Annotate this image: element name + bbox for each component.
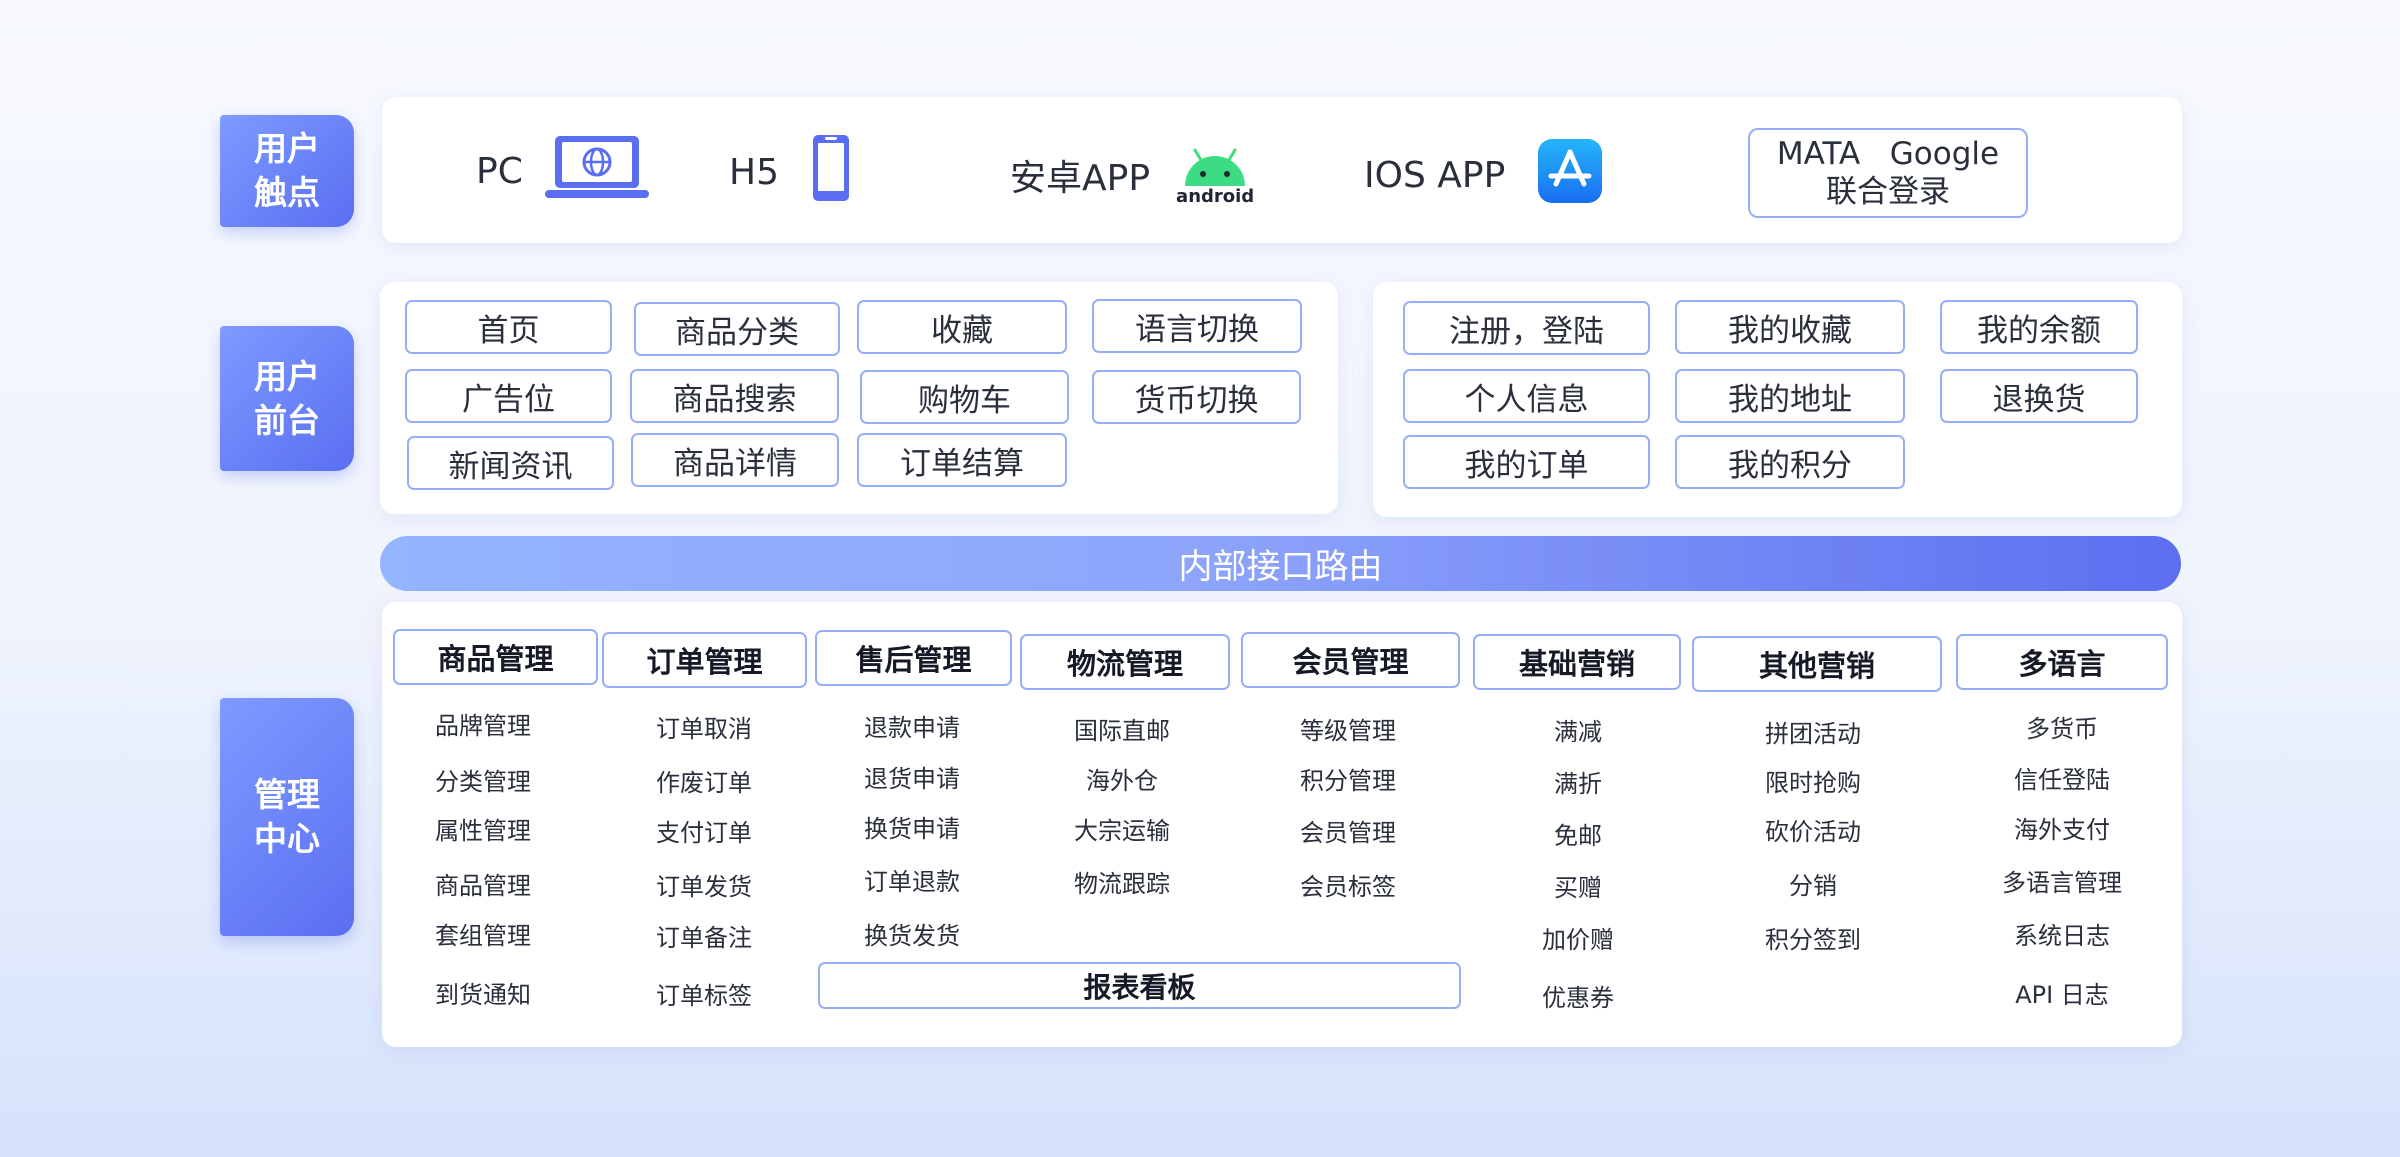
- module-product-header[interactable]: 商品管理: [393, 629, 598, 685]
- module-item[interactable]: 商品管理: [393, 866, 573, 901]
- side-tab-touchpoints: 用户触点: [220, 115, 354, 227]
- module-item[interactable]: 积分管理: [1258, 761, 1438, 796]
- android-logo-text: android: [1176, 186, 1255, 207]
- module-item[interactable]: 套组管理: [393, 916, 573, 951]
- module-after-sales-header[interactable]: 售后管理: [815, 630, 1012, 686]
- module-item[interactable]: 属性管理: [393, 811, 573, 846]
- front-register-login[interactable]: 注册，登陆: [1403, 301, 1650, 355]
- report-dashboard-box[interactable]: 报表看板: [818, 962, 1461, 1009]
- oauth-login-box[interactable]: MATA Google 联合登录: [1748, 128, 2028, 218]
- module-item[interactable]: 多货币: [1972, 709, 2152, 744]
- module-item[interactable]: 支付订单: [614, 813, 794, 848]
- module-item[interactable]: 海外仓: [1032, 761, 1212, 796]
- module-item[interactable]: 会员管理: [1258, 813, 1438, 848]
- touch-pc: PC: [476, 134, 649, 209]
- routing-bar-label: 内部接口路由: [1178, 547, 1383, 587]
- module-item[interactable]: 多语言管理: [1972, 863, 2152, 898]
- front-my-orders[interactable]: 我的订单: [1403, 435, 1650, 489]
- front-search[interactable]: 商品搜索: [630, 369, 839, 423]
- touch-ios-label: IOS APP: [1364, 154, 1506, 196]
- module-item[interactable]: 满减: [1488, 712, 1668, 747]
- module-item[interactable]: 限时抢购: [1723, 763, 1903, 798]
- module-item[interactable]: 订单取消: [614, 709, 794, 744]
- module-item[interactable]: 到货通知: [393, 975, 573, 1010]
- module-item[interactable]: 订单备注: [614, 918, 794, 953]
- module-item[interactable]: 换货发货: [822, 916, 1002, 951]
- report-dashboard-label: 报表看板: [1083, 970, 1196, 1004]
- module-item[interactable]: 国际直邮: [1032, 711, 1212, 746]
- module-item[interactable]: 分销: [1723, 866, 1903, 901]
- module-item[interactable]: 退款申请: [822, 708, 1002, 743]
- module-basic-marketing-header[interactable]: 基础营销: [1473, 634, 1681, 690]
- module-item[interactable]: 砍价活动: [1723, 812, 1903, 847]
- front-my-address[interactable]: 我的地址: [1675, 369, 1905, 423]
- mobile-phone-icon: [811, 133, 851, 212]
- module-item[interactable]: 订单标签: [614, 976, 794, 1011]
- front-ad-slot[interactable]: 广告位: [405, 369, 612, 423]
- front-currency-switch[interactable]: 货币切换: [1092, 370, 1301, 424]
- module-item[interactable]: 订单退款: [822, 862, 1002, 897]
- module-item[interactable]: 分类管理: [393, 762, 573, 797]
- module-item[interactable]: 退货申请: [822, 759, 1002, 794]
- module-item[interactable]: 积分签到: [1723, 920, 1903, 955]
- front-product-detail[interactable]: 商品详情: [631, 433, 839, 487]
- module-item[interactable]: 会员标签: [1258, 867, 1438, 902]
- internal-api-routing-bar: 内部接口路由: [380, 536, 2181, 591]
- module-item[interactable]: 买赠: [1488, 868, 1668, 903]
- module-item[interactable]: 加价赠: [1488, 920, 1668, 955]
- oauth-login-label: 联合登录: [1826, 174, 1950, 210]
- module-logistics-header[interactable]: 物流管理: [1020, 634, 1230, 690]
- module-item[interactable]: 品牌管理: [393, 706, 573, 741]
- front-cart[interactable]: 购物车: [860, 370, 1069, 424]
- touch-ios: IOS APP: [1364, 138, 1603, 212]
- module-order-header[interactable]: 订单管理: [602, 632, 807, 688]
- front-my-favorites[interactable]: 我的收藏: [1675, 300, 1905, 354]
- module-item[interactable]: 换货申请: [822, 809, 1002, 844]
- module-item[interactable]: 物流跟踪: [1032, 864, 1212, 899]
- front-profile[interactable]: 个人信息: [1403, 369, 1650, 423]
- touch-h5: H5: [729, 134, 851, 208]
- front-favorites[interactable]: 收藏: [857, 300, 1067, 354]
- module-item[interactable]: 优惠券: [1488, 978, 1668, 1013]
- front-checkout[interactable]: 订单结算: [857, 433, 1067, 487]
- touch-android-label: 安卓APP: [1010, 158, 1151, 199]
- front-my-points[interactable]: 我的积分: [1675, 435, 1905, 489]
- front-returns[interactable]: 退换货: [1940, 369, 2138, 423]
- module-item[interactable]: 信任登陆: [1972, 760, 2152, 795]
- touch-h5-label: H5: [729, 151, 779, 193]
- module-item[interactable]: 大宗运输: [1032, 811, 1212, 846]
- module-item[interactable]: 免邮: [1488, 816, 1668, 851]
- module-item[interactable]: 满折: [1488, 764, 1668, 799]
- module-item[interactable]: 订单发货: [614, 867, 794, 902]
- app-store-icon: [1537, 138, 1603, 212]
- front-news[interactable]: 新闻资讯: [407, 436, 614, 490]
- module-member-header[interactable]: 会员管理: [1241, 632, 1460, 688]
- architecture-diagram: 用户触点 用户前台 管理中心 PC H5 安卓APP android IOS A…: [0, 0, 2400, 1157]
- module-item[interactable]: API 日志: [1972, 975, 2152, 1010]
- module-item[interactable]: 海外支付: [1972, 810, 2152, 845]
- front-category[interactable]: 商品分类: [634, 302, 840, 356]
- oauth-providers-label: MATA Google: [1776, 136, 2000, 172]
- laptop-icon: [544, 134, 649, 209]
- module-other-marketing-header[interactable]: 其他营销: [1692, 636, 1942, 692]
- module-item[interactable]: 作废订单: [614, 763, 794, 798]
- front-language-switch[interactable]: 语言切换: [1092, 299, 1302, 353]
- module-multilingual-header[interactable]: 多语言: [1956, 634, 2168, 690]
- module-item[interactable]: 拼团活动: [1723, 714, 1903, 749]
- touch-android: 安卓APP android: [1010, 140, 1254, 210]
- side-tab-frontend: 用户前台: [220, 326, 354, 471]
- module-item[interactable]: 等级管理: [1258, 711, 1438, 746]
- touch-pc-label: PC: [476, 150, 523, 192]
- front-my-balance[interactable]: 我的余额: [1940, 300, 2138, 354]
- front-home[interactable]: 首页: [405, 300, 612, 354]
- side-tab-admin: 管理中心: [220, 698, 354, 936]
- module-item[interactable]: 系统日志: [1972, 916, 2152, 951]
- android-logo-icon: android: [1176, 144, 1254, 206]
